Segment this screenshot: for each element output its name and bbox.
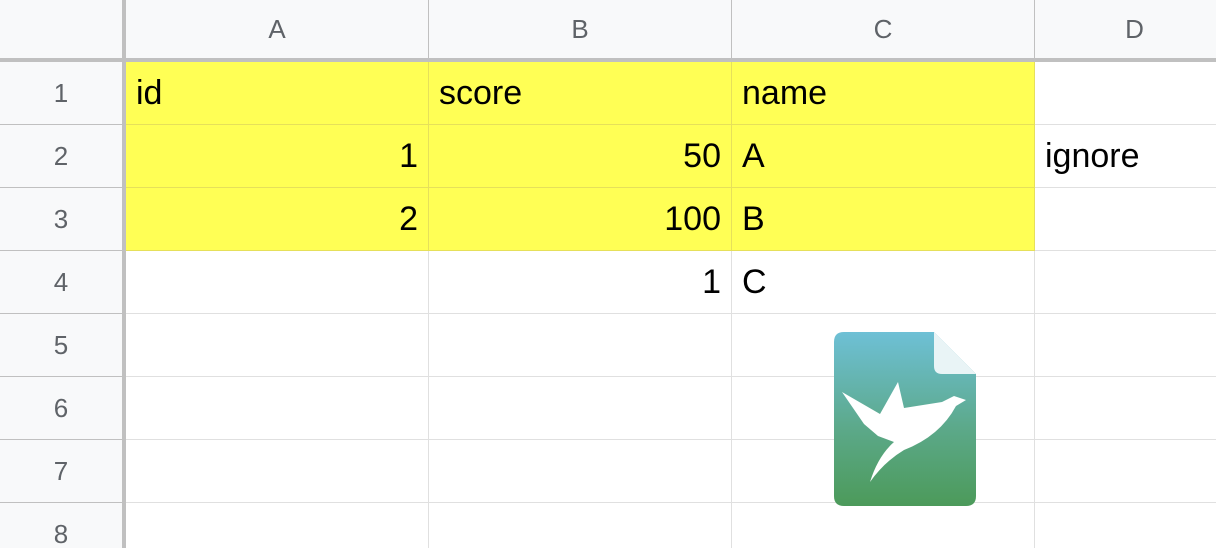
cell-d6[interactable] [1035,377,1216,440]
cell-d4[interactable] [1035,251,1216,314]
row-header-2[interactable]: 2 [0,125,126,188]
cell-d8[interactable] [1035,503,1216,548]
cell-b6[interactable] [429,377,732,440]
cell-c1[interactable]: name [732,62,1035,125]
cell-c4[interactable]: C [732,251,1035,314]
cell-c3[interactable]: B [732,188,1035,251]
cell-d1[interactable] [1035,62,1216,125]
cell-b4[interactable]: 1 [429,251,732,314]
column-header-d[interactable]: D [1035,0,1216,62]
cell-b7[interactable] [429,440,732,503]
column-header-c[interactable]: C [732,0,1035,62]
select-all-corner[interactable] [0,0,126,62]
cell-b2[interactable]: 50 [429,125,732,188]
cell-a2[interactable]: 1 [126,125,429,188]
cell-a6[interactable] [126,377,429,440]
bird-document-icon-graphic [834,332,976,506]
cell-d7[interactable] [1035,440,1216,503]
row-header-6[interactable]: 6 [0,377,126,440]
cell-a1[interactable]: id [126,62,429,125]
row-header-7[interactable]: 7 [0,440,126,503]
row-header-4[interactable]: 4 [0,251,126,314]
row-header-1[interactable]: 1 [0,62,126,125]
bird-document-icon [834,332,976,506]
row-header-3[interactable]: 3 [0,188,126,251]
column-header-b[interactable]: B [429,0,732,62]
cell-a5[interactable] [126,314,429,377]
cell-a3[interactable]: 2 [126,188,429,251]
cell-b8[interactable] [429,503,732,548]
cell-c8[interactable] [732,503,1035,548]
spreadsheet: A B C D 1 id score name 2 1 50 A ignore … [0,0,1216,548]
cell-b1[interactable]: score [429,62,732,125]
row-header-5[interactable]: 5 [0,314,126,377]
cell-b3[interactable]: 100 [429,188,732,251]
row-header-8[interactable]: 8 [0,503,126,548]
cell-b5[interactable] [429,314,732,377]
cell-a7[interactable] [126,440,429,503]
cell-d3[interactable] [1035,188,1216,251]
cell-a4[interactable] [126,251,429,314]
column-header-a[interactable]: A [126,0,429,62]
cell-a8[interactable] [126,503,429,548]
cell-d2[interactable]: ignore [1035,125,1216,188]
cell-c2[interactable]: A [732,125,1035,188]
spreadsheet-grid: A B C D 1 id score name 2 1 50 A ignore … [0,0,1216,548]
cell-d5[interactable] [1035,314,1216,377]
